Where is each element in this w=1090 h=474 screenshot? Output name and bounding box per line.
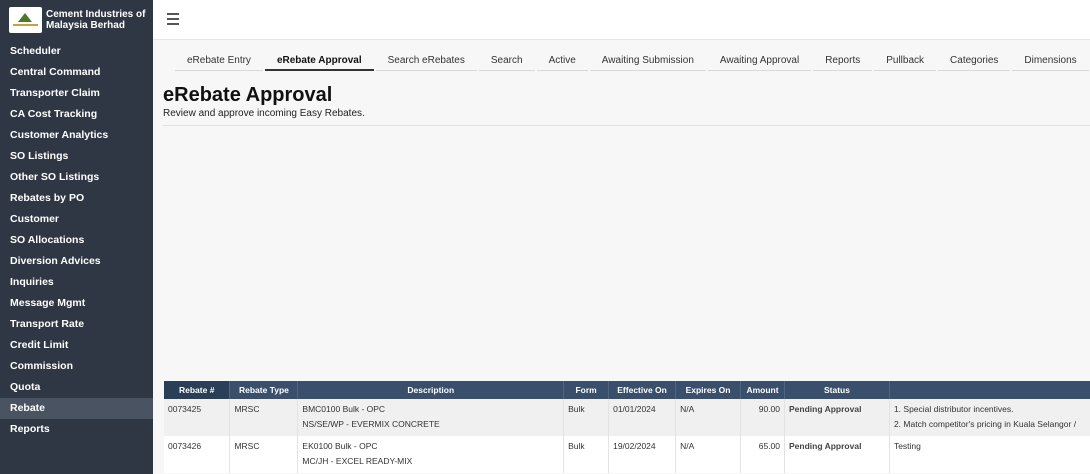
column-header-expires-on[interactable]: Expires On — [675, 381, 742, 399]
column-header-status[interactable]: Status — [784, 381, 890, 399]
sidebar-item-inquiries[interactable]: Inquiries — [0, 272, 153, 293]
hamburger-menu-icon[interactable] — [167, 13, 179, 25]
column-header-rebate-no[interactable]: Rebate # — [164, 381, 231, 399]
cell-description: BMC0100 Bulk - OPC NS/SE/WP - EVERMIX CO… — [297, 399, 565, 436]
page-title: eRebate Approval — [163, 84, 333, 106]
cell-expires-on: N/A — [675, 436, 742, 473]
cell-effective-on: 01/01/2024 — [608, 399, 677, 436]
column-header-form[interactable]: Form — [563, 381, 610, 399]
sidebar-item-scheduler[interactable]: Scheduler — [0, 41, 153, 62]
brand-name-line2: Malaysia Berhad — [46, 20, 125, 31]
sidebar-item-rebate[interactable]: Rebate — [0, 398, 153, 419]
sidebar-item-so-listings[interactable]: SO Listings — [0, 146, 153, 167]
tab-categories[interactable]: Categories — [938, 52, 1011, 71]
sidebar-item-message-mgmt[interactable]: Message Mgmt — [0, 293, 153, 314]
company-logo — [9, 7, 42, 33]
sidebar-item-customer[interactable]: Customer — [0, 209, 153, 230]
tab-reports[interactable]: Reports — [813, 52, 873, 71]
tab-erebate-entry[interactable]: eRebate Entry — [175, 52, 263, 71]
tab-awaiting-submission[interactable]: Awaiting Submission — [589, 52, 706, 71]
tab-erebate-approval[interactable]: eRebate Approval — [264, 52, 374, 71]
sidebar-nav: Scheduler Central Command Transporter Cl… — [0, 41, 153, 440]
cell-amount: 65.00 — [740, 436, 786, 473]
column-header-amount[interactable]: Amount — [740, 381, 786, 399]
table-row[interactable]: 0073426 MRSC EK0100 Bulk - OPC MC/JH - E… — [164, 436, 1090, 473]
cell-rebate-no: 0073425 — [164, 399, 231, 436]
cell-rebate-type: MRSC — [229, 436, 299, 473]
note-line-1: 1. Special distributor incentives. — [893, 404, 1014, 414]
tab-pullback[interactable]: Pullback — [874, 52, 937, 71]
cell-rebate-no: 0073426 — [164, 436, 231, 473]
column-header-notes — [889, 381, 1090, 399]
sidebar-item-ca-cost-tracking[interactable]: CA Cost Tracking — [0, 104, 153, 125]
sidebar-item-reports[interactable]: Reports — [0, 419, 153, 440]
cell-expires-on: N/A — [675, 399, 742, 436]
sidebar-item-rebates-by-po[interactable]: Rebates by PO — [0, 188, 153, 209]
tab-search-erebates[interactable]: Search eRebates — [375, 52, 477, 71]
cell-notes: Testing — [889, 436, 1090, 473]
brand-name: Cement Industries of Malaysia Berhad — [46, 9, 145, 32]
tab-bar: eRebate Entry eRebate Approval Search eR… — [175, 52, 1090, 71]
sidebar-item-other-so-listings[interactable]: Other SO Listings — [0, 167, 153, 188]
cell-effective-on: 19/02/2024 — [608, 436, 677, 473]
cell-notes: 1. Special distributor incentives. 2. Ma… — [889, 399, 1090, 436]
tab-active[interactable]: Active — [536, 52, 588, 71]
sidebar-item-transporter-claim[interactable]: Transporter Claim — [0, 83, 153, 104]
cell-form: Bulk — [563, 436, 610, 473]
sidebar: Cement Industries of Malaysia Berhad Sch… — [0, 0, 153, 474]
sidebar-item-transport-rate[interactable]: Transport Rate — [0, 314, 153, 335]
description-customer: MC/JH - EXCEL READY-MIX — [302, 456, 413, 466]
top-bar — [153, 0, 1090, 40]
tab-dimensions[interactable]: Dimensions — [1012, 52, 1089, 71]
cell-description: EK0100 Bulk - OPC MC/JH - EXCEL READY-MI… — [297, 436, 565, 473]
sidebar-item-so-allocations[interactable]: SO Allocations — [0, 230, 153, 251]
description-product: EK0100 Bulk - OPC — [302, 441, 378, 451]
cell-status: Pending Approval — [784, 436, 890, 473]
table-header-row: Rebate # Rebate Type Description Form Ef… — [164, 381, 1090, 399]
cell-rebate-type: MRSC — [229, 399, 299, 436]
description-product: BMC0100 Bulk - OPC — [302, 404, 386, 414]
header-divider — [163, 125, 1090, 126]
sidebar-item-customer-analytics[interactable]: Customer Analytics — [0, 125, 153, 146]
cell-amount: 90.00 — [740, 399, 786, 436]
column-header-rebate-type[interactable]: Rebate Type — [229, 381, 299, 399]
brand[interactable]: Cement Industries of Malaysia Berhad — [0, 0, 153, 40]
page-subtitle: Review and approve incoming Easy Rebates… — [163, 108, 365, 119]
note-line-2: 2. Match competitor's pricing in Kuala S… — [893, 419, 1077, 429]
sidebar-item-quota[interactable]: Quota — [0, 377, 153, 398]
note-line-1: Testing — [893, 441, 921, 451]
sidebar-item-credit-limit[interactable]: Credit Limit — [0, 335, 153, 356]
column-header-effective-on[interactable]: Effective On — [608, 381, 677, 399]
brand-name-line1: Cement Industries of — [46, 8, 146, 20]
sidebar-item-central-command[interactable]: Central Command — [0, 62, 153, 83]
sidebar-item-commission[interactable]: Commission — [0, 356, 153, 377]
sidebar-item-diversion-advices[interactable]: Diversion Advices — [0, 251, 153, 272]
cell-form: Bulk — [563, 399, 610, 436]
tab-search[interactable]: Search — [478, 52, 535, 71]
rebate-approval-table: Rebate # Rebate Type Description Form Ef… — [164, 381, 1090, 473]
column-header-description[interactable]: Description — [297, 381, 565, 399]
cell-status: Pending Approval — [784, 399, 890, 436]
table-row[interactable]: 0073425 MRSC BMC0100 Bulk - OPC NS/SE/WP… — [164, 399, 1090, 436]
tab-awaiting-approval[interactable]: Awaiting Approval — [707, 52, 812, 71]
description-customer: NS/SE/WP - EVERMIX CONCRETE — [302, 419, 440, 429]
